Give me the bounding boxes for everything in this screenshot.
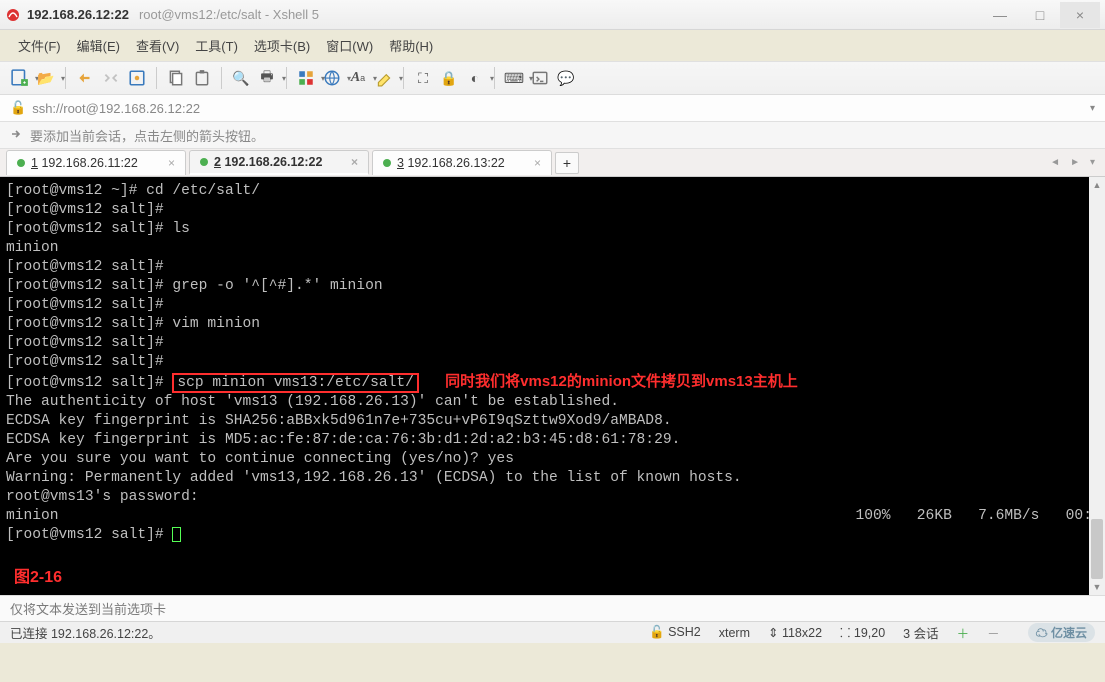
color-scheme-button[interactable]: ▾: [294, 66, 318, 90]
title-sub: root@vms12:/etc/salt - Xshell 5: [139, 7, 319, 22]
menu-file[interactable]: 文件(F): [12, 33, 67, 58]
compose-button[interactable]: 💬: [554, 66, 578, 90]
tab-prev-icon[interactable]: ◄: [1046, 155, 1064, 170]
toolbar: ▾ 📂▾ 🔍 🖶▾ ▾ ▾ Aa▾ ▾ ⛶ 🔒 ◐▾ ⌨▾ 💬: [0, 61, 1105, 95]
add-session-arrow-icon[interactable]: [10, 127, 24, 144]
figure-label: 图2-16: [14, 568, 62, 587]
input-broadcast-text: 仅将文本发送到当前选项卡: [10, 599, 166, 618]
scroll-thumb[interactable]: [1091, 519, 1103, 579]
separator: [286, 67, 287, 89]
status-bar: 已连接 192.168.26.12:22。 🔓 SSH2 xterm ⇕ 118…: [0, 621, 1105, 643]
scroll-up-icon[interactable]: ▲: [1089, 177, 1105, 193]
print-button[interactable]: 🖶▾: [255, 66, 279, 90]
tab-close-icon[interactable]: ×: [351, 155, 358, 169]
menu-bar: 文件(F) 编辑(E) 查看(V) 工具(T) 选项卡(B) 窗口(W) 帮助(…: [0, 30, 1105, 61]
scroll-track[interactable]: [1089, 193, 1105, 579]
tab-label: 2 192.168.26.12:22: [214, 155, 322, 169]
status-size: ⇕ 118x22: [768, 625, 822, 640]
keyboard-button[interactable]: ⌨▾: [502, 66, 526, 90]
open-folder-button[interactable]: 📂▾: [34, 66, 58, 90]
disconnect-button[interactable]: [99, 66, 123, 90]
menu-window[interactable]: 窗口(W): [320, 33, 379, 58]
minimize-button[interactable]: —: [980, 2, 1020, 28]
highlighted-command: scp minion vms13:/etc/salt/: [172, 373, 418, 393]
paste-button[interactable]: [190, 66, 214, 90]
status-term: xterm: [719, 626, 750, 640]
status-dot-icon: [383, 159, 391, 167]
encoding-button[interactable]: ▾: [320, 66, 344, 90]
new-session-button[interactable]: ▾: [8, 66, 32, 90]
address-dropdown-icon[interactable]: ▾: [1090, 103, 1095, 114]
reconnect-button[interactable]: [73, 66, 97, 90]
title-host: 192.168.26.12:22: [27, 7, 129, 22]
watermark: ☁ 亿速云: [1028, 623, 1095, 642]
fullscreen-button[interactable]: ⛶: [411, 66, 435, 90]
status-remove-icon[interactable]: －: [987, 623, 1000, 642]
separator: [156, 67, 157, 89]
hint-text: 要添加当前会话，点击左侧的箭头按钮。: [30, 126, 264, 145]
tab-next-icon[interactable]: ►: [1066, 155, 1084, 170]
separator: [403, 67, 404, 89]
hint-bar: 要添加当前会话，点击左侧的箭头按钮。: [0, 122, 1105, 149]
menu-view[interactable]: 查看(V): [130, 33, 185, 58]
input-broadcast-message[interactable]: 仅将文本发送到当前选项卡: [0, 595, 1105, 621]
lock-icon: 🔓: [10, 100, 26, 116]
app-logo-icon: [5, 7, 21, 23]
address-text: ssh://root@192.168.26.12:22: [32, 101, 200, 116]
status-sessions: 3 会话: [903, 623, 938, 642]
tab-3[interactable]: 3 192.168.26.13:22 ×: [372, 150, 552, 175]
tab-close-icon[interactable]: ×: [168, 156, 175, 170]
close-button[interactable]: ×: [1060, 2, 1100, 28]
title-bar: 192.168.26.12:22 root@vms12:/etc/salt - …: [0, 0, 1105, 30]
separator: [494, 67, 495, 89]
tab-nav: ◄ ► ▾: [1046, 155, 1099, 170]
find-button[interactable]: 🔍: [229, 66, 253, 90]
scroll-down-icon[interactable]: ▼: [1089, 579, 1105, 595]
lock-button[interactable]: 🔒: [437, 66, 461, 90]
status-cursor: ⸬ 19,20: [840, 624, 885, 641]
tab-list-icon[interactable]: ▾: [1086, 155, 1099, 170]
separator: [221, 67, 222, 89]
font-button[interactable]: Aa▾: [346, 66, 370, 90]
separator: [65, 67, 66, 89]
terminal-scrollbar[interactable]: ▲ ▼: [1089, 177, 1105, 595]
window-controls: — □ ×: [980, 2, 1100, 28]
tab-label: 1 192.168.26.11:22: [31, 156, 138, 170]
tab-label: 3 192.168.26.13:22: [397, 156, 505, 170]
status-dot-icon: [17, 159, 25, 167]
transparency-button[interactable]: ◐▾: [463, 66, 487, 90]
new-tab-button[interactable]: +: [555, 152, 579, 174]
highlight-button[interactable]: ▾: [372, 66, 396, 90]
menu-tools[interactable]: 工具(T): [189, 33, 244, 58]
annotation-text: 同时我们将vms12的minion文件拷贝到vms13主机上: [445, 373, 798, 390]
status-connection: 已连接 192.168.26.12:22。: [10, 623, 161, 642]
tab-1[interactable]: 1 192.168.26.11:22 ×: [6, 150, 186, 175]
menu-tabs[interactable]: 选项卡(B): [248, 33, 316, 58]
menu-edit[interactable]: 编辑(E): [71, 33, 126, 58]
status-dot-icon: [200, 158, 208, 166]
tab-close-icon[interactable]: ×: [534, 156, 541, 170]
quick-cmd-button[interactable]: [528, 66, 552, 90]
properties-button[interactable]: [125, 66, 149, 90]
status-add-icon[interactable]: ＋: [957, 623, 970, 642]
maximize-button[interactable]: □: [1020, 2, 1060, 28]
copy-button[interactable]: [164, 66, 188, 90]
status-ssh: 🔓 SSH2: [649, 625, 701, 640]
tab-bar: 1 192.168.26.11:22 × 2 192.168.26.12:22 …: [0, 149, 1105, 177]
address-bar[interactable]: 🔓 ssh://root@192.168.26.12:22 ▾: [0, 95, 1105, 122]
terminal[interactable]: [root@vms12 ~]# cd /etc/salt/ [root@vms1…: [0, 177, 1089, 595]
cursor-icon: [172, 527, 181, 542]
terminal-container: [root@vms12 ~]# cd /etc/salt/ [root@vms1…: [0, 177, 1105, 595]
tab-2[interactable]: 2 192.168.26.12:22 ×: [189, 150, 369, 175]
menu-help[interactable]: 帮助(H): [383, 33, 439, 58]
